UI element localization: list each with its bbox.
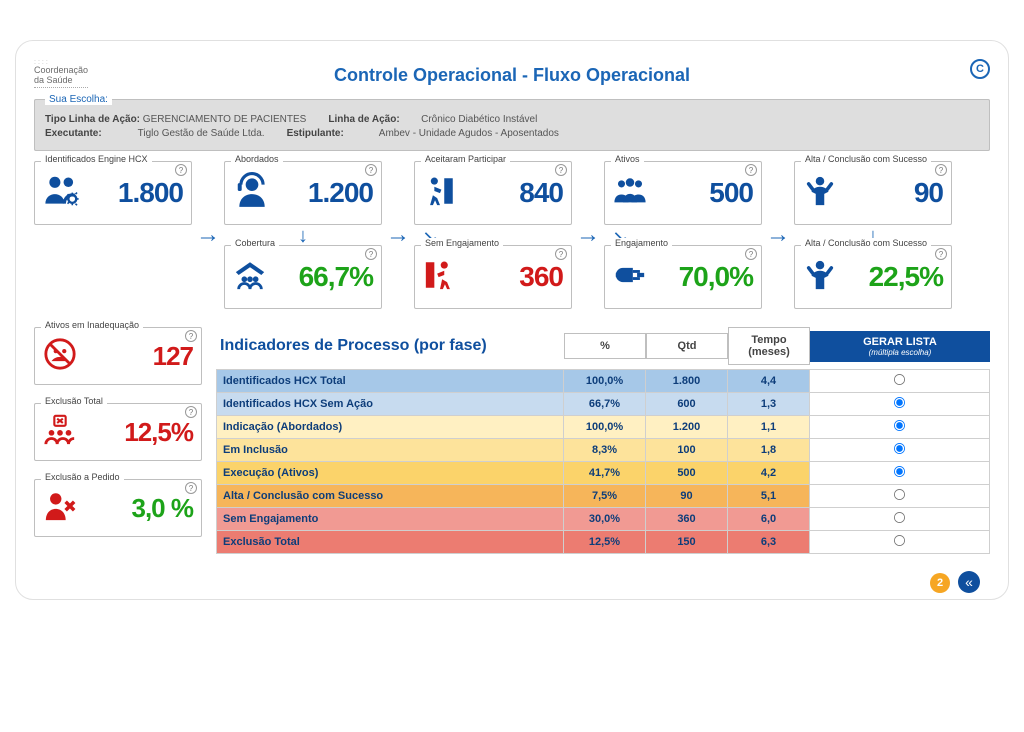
card-engajamento[interactable]: Engajamento ? 70,0% <box>604 245 762 309</box>
estipulante-value: Ambev - Unidade Agudos - Aposentados <box>379 128 559 139</box>
enter-door-icon <box>423 174 457 213</box>
row-select-radio[interactable] <box>894 466 905 477</box>
cheer-person-icon <box>803 174 837 213</box>
arrow-right-icon: → <box>574 203 602 267</box>
prev-page-button[interactable]: « <box>958 571 980 593</box>
inadequacao-value: 127 <box>153 341 193 372</box>
row-select-radio[interactable] <box>894 512 905 523</box>
engajamento-value: 70,0% <box>679 261 753 293</box>
headset-icon <box>233 172 271 215</box>
row-select-radio[interactable] <box>894 489 905 500</box>
col-qtd: Qtd <box>646 333 728 359</box>
page-title: Controle Operacional - Fluxo Operacional <box>34 65 990 86</box>
arrow-right-icon: → <box>764 203 792 267</box>
help-icon[interactable]: ? <box>745 164 757 176</box>
executante-value: Tiglo Gestão de Saúde Ltda. <box>138 128 265 139</box>
table-row: Sem Engajamento 30,0% 360 6,0 <box>217 508 990 531</box>
flow-row: Identificados Engine HCX ? 1.800 → Abord… <box>34 161 990 309</box>
table-row: Execução (Ativos) 41,7% 500 4,2 <box>217 462 990 485</box>
filter-legend: Sua Escolha: <box>45 94 112 105</box>
help-icon[interactable]: ? <box>935 164 947 176</box>
help-icon[interactable]: ? <box>365 248 377 260</box>
exclusao-pedido-value: 3,0 % <box>132 493 194 524</box>
table-row: Identificados HCX Total 100,0% 1.800 4,4 <box>217 370 990 393</box>
help-icon[interactable]: ? <box>185 330 197 342</box>
card-cobertura[interactable]: Cobertura ? 66,7% <box>224 245 382 309</box>
cheer-person-icon <box>803 258 837 297</box>
brand-logo: :::: Coordenação da Saúde <box>34 59 88 88</box>
help-icon[interactable]: ? <box>745 248 757 260</box>
row-select-radio[interactable] <box>894 420 905 431</box>
plug-icon <box>613 258 647 297</box>
help-icon[interactable]: ? <box>935 248 947 260</box>
filter-panel: Sua Escolha: Tipo Linha de Ação: GERENCI… <box>34 94 990 151</box>
process-table-wrap: Indicadores de Processo (por fase) % Qtd… <box>216 327 990 554</box>
card-aceitaram[interactable]: Aceitaram Participar ? 840 <box>414 161 572 225</box>
col-tempo: Tempo (meses) <box>728 327 810 365</box>
help-icon[interactable]: ? <box>185 482 197 494</box>
shelter-icon <box>233 258 267 297</box>
help-icon[interactable]: ? <box>175 164 187 176</box>
abordados-value: 1.200 <box>308 177 373 209</box>
row-select-radio[interactable] <box>894 397 905 408</box>
help-icon[interactable]: ? <box>555 248 567 260</box>
arrow-right-icon: → <box>194 203 222 267</box>
aceitaram-value: 840 <box>519 177 563 209</box>
help-icon[interactable]: ? <box>555 164 567 176</box>
ativos-value: 500 <box>709 177 753 209</box>
tipo-linha-value: GERENCIAMENTO DE PACIENTES <box>143 114 307 125</box>
cobertura-value: 66,7% <box>299 261 373 293</box>
row-select-radio[interactable] <box>894 374 905 385</box>
alta-value: 90 <box>914 177 943 209</box>
row-select-radio[interactable] <box>894 535 905 546</box>
table-row: Exclusão Total 12,5% 150 6,3 <box>217 531 990 554</box>
user-remove-icon <box>43 489 77 528</box>
process-table: Identificados HCX Total 100,0% 1.800 4,4… <box>216 369 990 554</box>
card-alta[interactable]: Alta / Conclusão com Sucesso ? 90 <box>794 161 952 225</box>
table-row: Identificados HCX Sem Ação 66,7% 600 1,3 <box>217 393 990 416</box>
estipulante-label: Estipulante: <box>287 128 377 139</box>
help-icon[interactable]: ? <box>185 406 197 418</box>
help-icon[interactable]: ? <box>365 164 377 176</box>
gerar-lista-button[interactable]: GERAR LISTA (múltipla escolha) <box>810 331 990 362</box>
app-frame: :::: Coordenação da Saúde C Controle Ope… <box>15 40 1009 600</box>
arrow-right-icon: → <box>384 203 412 267</box>
table-row: Alta / Conclusão com Sucesso 7,5% 90 5,1 <box>217 485 990 508</box>
remove-group-icon <box>43 413 77 452</box>
table-title: Indicadores de Processo (por fase) <box>216 337 564 355</box>
card-ativos[interactable]: Ativos ? 500 <box>604 161 762 225</box>
executante-label: Executante: <box>45 128 135 139</box>
linha-label: Linha de Ação: <box>328 114 418 125</box>
left-metrics: Ativos em Inadequação ? 127 Exclusão Tot… <box>34 327 202 537</box>
card-exclusao-total[interactable]: Exclusão Total ? 12,5% <box>34 403 202 461</box>
exit-door-icon <box>423 258 457 297</box>
card-alta-pct[interactable]: Alta / Conclusão com Sucesso ? 22,5% <box>794 245 952 309</box>
exclusao-total-value: 12,5% <box>124 417 193 448</box>
linha-value: Crônico Diabético Instável <box>421 114 537 125</box>
alta-pct-value: 22,5% <box>869 261 943 293</box>
identificados-value: 1.800 <box>118 177 183 209</box>
page-indicator[interactable]: 2 <box>930 573 950 593</box>
table-row: Indicação (Abordados) 100,0% 1.200 1,1 <box>217 416 990 439</box>
card-sem-engajamento[interactable]: Sem Engajamento ? 360 <box>414 245 572 309</box>
sem-engajamento-value: 360 <box>519 261 563 293</box>
group-icon <box>613 174 647 213</box>
card-identificados[interactable]: Identificados Engine HCX ? 1.800 <box>34 161 192 225</box>
card-exclusao-pedido[interactable]: Exclusão a Pedido ? 3,0 % <box>34 479 202 537</box>
card-inadequacao[interactable]: Ativos em Inadequação ? 127 <box>34 327 202 385</box>
copyright-icon: C <box>970 59 990 79</box>
row-select-radio[interactable] <box>894 443 905 454</box>
card-abordados[interactable]: Abordados ? 1.200 <box>224 161 382 225</box>
table-row: Em Inclusão 8,3% 100 1,8 <box>217 439 990 462</box>
no-group-icon <box>43 337 77 376</box>
users-gear-icon <box>43 172 81 215</box>
tipo-linha-label: Tipo Linha de Ação: <box>45 114 140 125</box>
col-pct: % <box>564 333 646 359</box>
